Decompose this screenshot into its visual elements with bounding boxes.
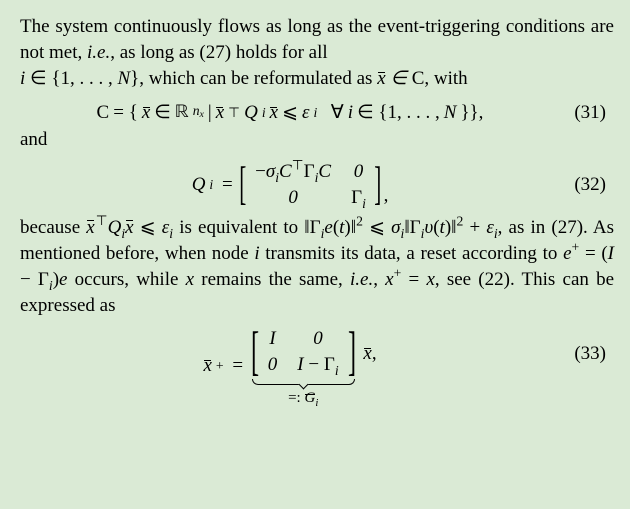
equation-33: x+ = [ I0 0I − Γi ] =: Gi x, (33) [20,326,614,407]
m32-21: 0 [245,185,341,211]
underbrace-label: =: Gi [288,390,318,407]
x-var: x [186,269,194,290]
norm-ineq: ‖Γie(t)‖2 ⩽ σi‖Γiυ(t)‖2 + εi [304,217,497,238]
text: because [20,217,86,238]
eq32-body: Qi = [ −σiC⊤ΓiC0 0Γi ] , [192,159,389,211]
matrix-33: [ I0 0I − Γi ] [252,326,355,378]
m32-12: 0 [341,159,376,185]
matrix-32: [ −σiC⊤ΓiC0 0Γi ] [241,159,379,211]
xbar-in-C: x ∈ C [377,68,424,89]
text: , as long as (27) holds for all [110,42,327,63]
text: remains the same, [194,269,350,290]
paragraph-1: The system continuously flows as long as… [20,14,614,66]
text: , which can be reformulated as [139,68,377,89]
ie: i.e. [87,42,110,63]
m33-11: I [258,326,288,352]
xplus-eq: x+ = x [385,269,435,290]
text: transmits its data, a reset according to [260,243,564,264]
m33-21: 0 [258,352,288,378]
text: occurs, while [67,269,185,290]
i-in-set: i ∈ {1, . . . , N} [20,68,139,89]
m33-12: 0 [287,326,348,352]
and-text: and [20,129,614,151]
text: is equivalent to [173,217,304,238]
comma: , [384,185,389,207]
eq31-body: C = {x ∈ ℝnx | x⊤Qix ⩽ εi ∀ i ∈ {1, . . … [97,101,484,125]
equation-32: Qi = [ −σiC⊤ΓiC0 0Γi ] , (32) [20,159,614,211]
ineq-xqx: x⊤Qix ⩽ εi [86,217,173,238]
paragraph-1-line3: i ∈ {1, . . . , N}, which can be reformu… [20,66,614,92]
underbrace: [ I0 0I − Γi ] =: Gi [252,326,355,407]
text: , with [424,68,467,89]
eq-number-33: (33) [560,343,614,365]
eq-number-31: (31) [560,102,614,124]
ie2: i.e. [350,269,373,290]
paragraph-2: because x⊤Qix ⩽ εi is equivalent to ‖Γie… [20,215,614,320]
eq33-body: x+ = [ I0 0I − Γi ] =: Gi x, [203,326,376,407]
equation-31: C = {x ∈ ℝnx | x⊤Qix ⩽ εi ∀ i ∈ {1, . . … [20,101,614,125]
brace-icon [252,379,355,385]
eq-number-32: (32) [560,174,614,196]
